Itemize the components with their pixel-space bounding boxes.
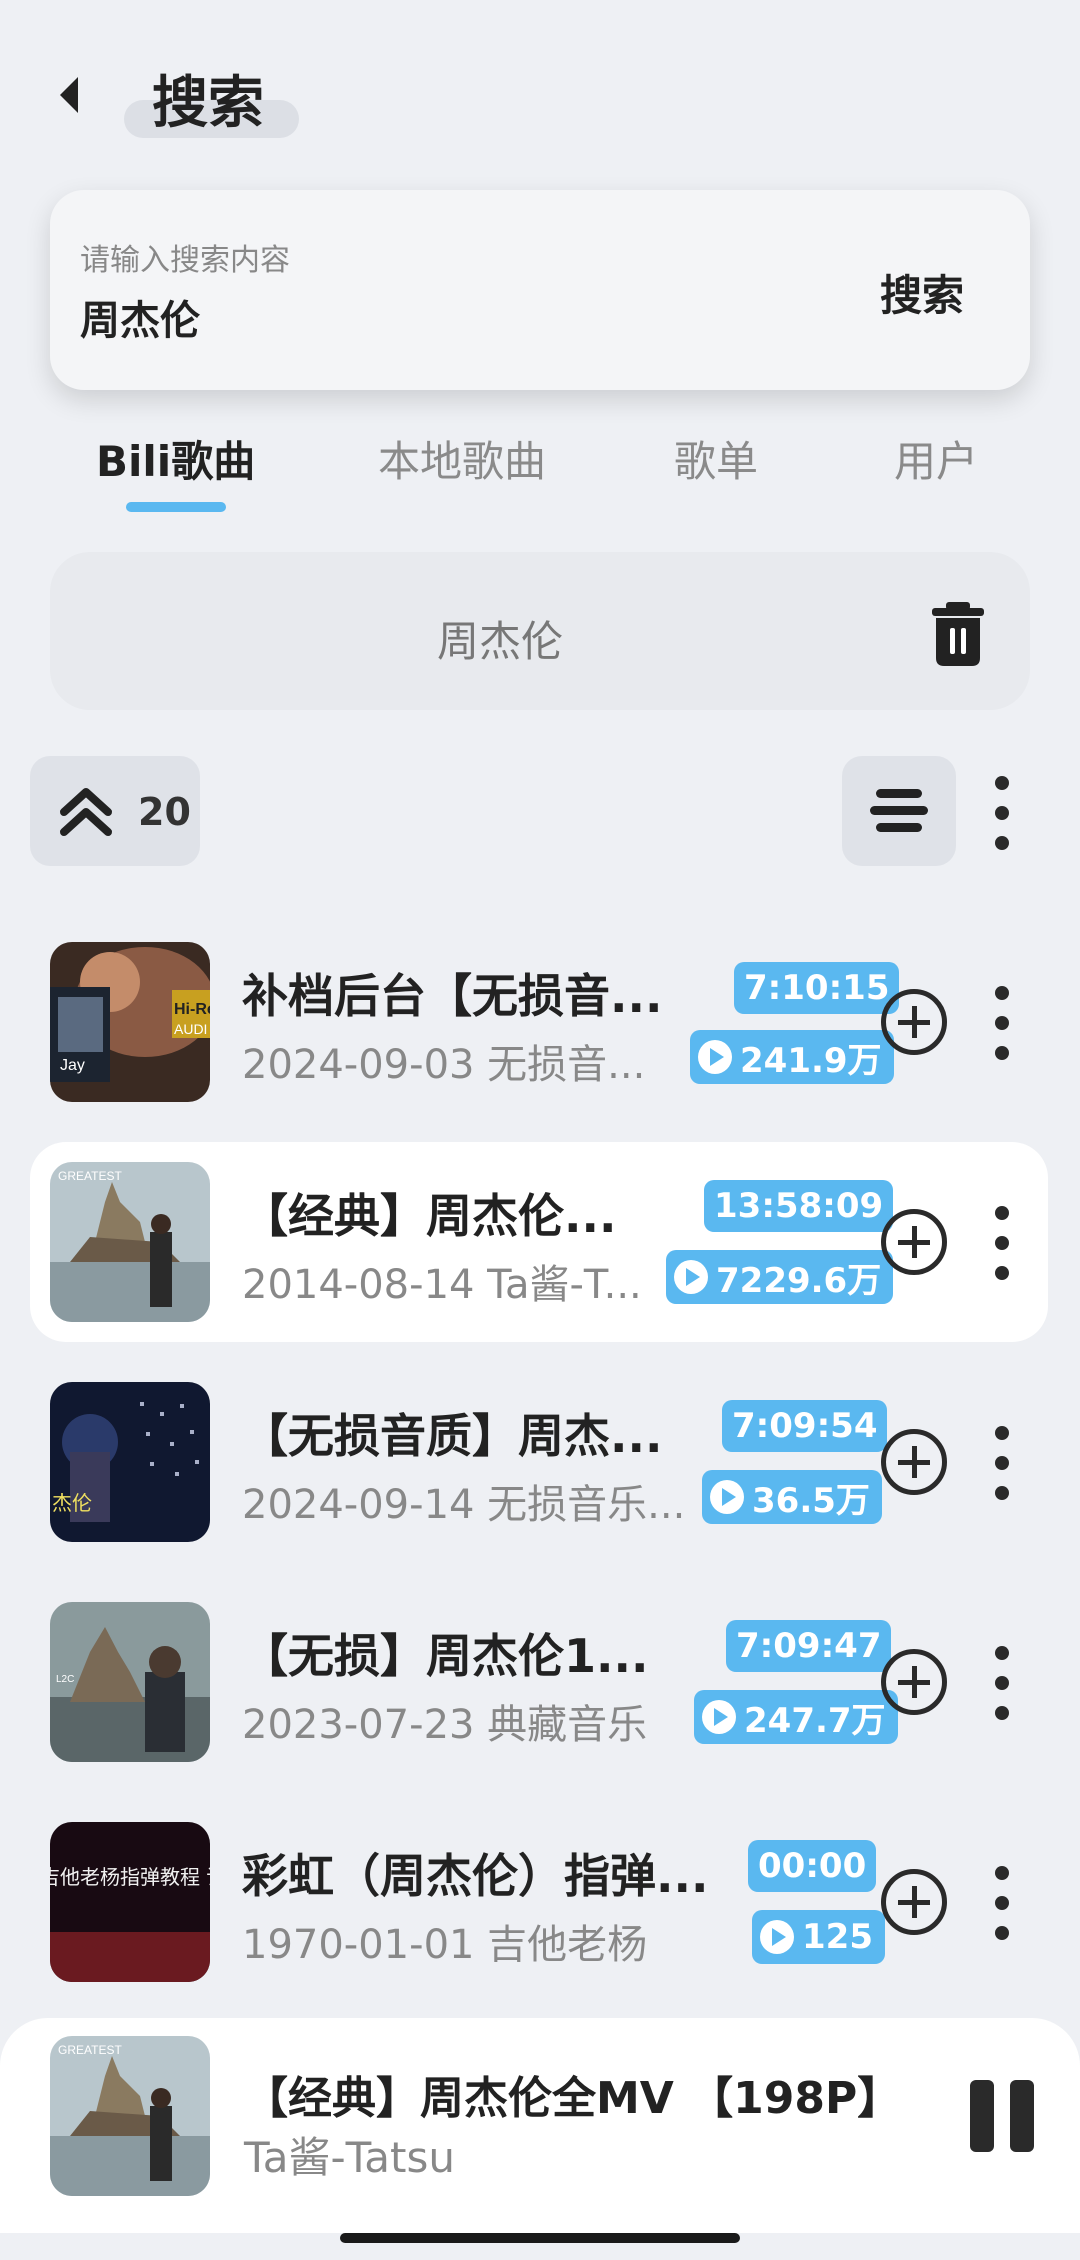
song-thumbnail: 杰伦 (50, 1382, 210, 1542)
play-icon (702, 1700, 736, 1734)
play-count-badge: 125 (752, 1910, 885, 1964)
player-title: 【经典】周杰伦全MV 【198P】 (244, 2073, 902, 2124)
play-icon (710, 1480, 744, 1514)
song-subtitle: 2014-08-14 Ta酱-T... (242, 1262, 642, 1308)
play-count: 36.5万 (752, 1480, 870, 1521)
double-chevron-up-icon (60, 788, 112, 836)
play-icon (760, 1920, 794, 1954)
sort-button[interactable] (842, 756, 956, 866)
song-subtitle: 2024-09-14 无损音乐... (242, 1482, 686, 1528)
svg-text:L2C: L2C (56, 1674, 74, 1685)
duration-badge: 13:58:09 (704, 1180, 894, 1232)
tab-indicator (126, 502, 226, 512)
tab-local-songs[interactable]: 本地歌曲 (378, 428, 546, 489)
add-circle-icon[interactable] (881, 1649, 947, 1715)
more-options-icon[interactable] (992, 1426, 1012, 1500)
tab-bili-songs[interactable]: Bili歌曲 (96, 428, 255, 489)
svg-text:GREATEST: GREATEST (58, 2043, 122, 2057)
pause-icon[interactable] (970, 2080, 1034, 2152)
more-options-icon[interactable] (992, 1866, 1012, 1940)
page-title: 搜索 (152, 71, 264, 136)
add-circle-icon[interactable] (881, 1209, 947, 1275)
thumb-caption: 吉他老杨指弹教程 详细讲解及曲谱 (50, 1865, 210, 1889)
play-count: 7229.6万 (716, 1260, 882, 1301)
sort-lines-icon (870, 789, 928, 832)
more-options-icon[interactable] (992, 776, 1012, 850)
song-thumbnail: Hi-Re AUDI Jay (50, 942, 210, 1102)
delete-history-button[interactable] (928, 600, 988, 668)
song-title: 补档后台【无损音... (242, 969, 663, 1023)
tab-users[interactable]: 用户 (894, 428, 978, 489)
result-count: 20 (138, 790, 191, 834)
play-icon (674, 1260, 708, 1294)
song-subtitle: 2024-09-03 无损音... (242, 1042, 646, 1088)
back-arrow-icon (60, 77, 78, 113)
play-count: 247.7万 (744, 1700, 886, 1741)
player-artist: Ta酱-Tatsu (244, 2133, 456, 2182)
song-title: 【无损音质】周杰... (242, 1409, 663, 1463)
svg-text:Jay: Jay (60, 1057, 85, 1074)
svg-text:GREATEST: GREATEST (58, 1169, 122, 1183)
svg-text:Hi-Re: Hi-Re (174, 1001, 210, 1018)
song-subtitle: 1970-01-01 吉他老杨 (242, 1922, 648, 1968)
duration-badge: 7:09:54 (722, 1400, 888, 1452)
svg-text:AUDI: AUDI (174, 1021, 207, 1037)
back-button[interactable] (40, 60, 100, 130)
play-count-badge: 247.7万 (694, 1690, 898, 1744)
song-title: 彩虹（周杰伦）指弹... (242, 1849, 709, 1903)
add-circle-icon[interactable] (881, 1869, 947, 1935)
song-thumbnail: L2C (50, 1602, 210, 1762)
song-title: 【经典】周杰伦... (242, 1189, 617, 1243)
play-count-badge: 36.5万 (702, 1470, 882, 1524)
search-placeholder: 请输入搜索内容 (80, 243, 290, 278)
more-options-icon[interactable] (992, 986, 1012, 1060)
song-subtitle: 2023-07-23 典藏音乐 (242, 1702, 648, 1748)
trash-icon (932, 602, 984, 666)
song-thumbnail: GREATEST (50, 1162, 210, 1322)
play-count: 125 (802, 1917, 873, 1957)
add-circle-icon[interactable] (881, 989, 947, 1055)
play-icon (698, 1040, 732, 1074)
search-input[interactable]: 周杰伦 (80, 288, 200, 346)
player-thumbnail[interactable]: GREATEST (50, 2036, 210, 2196)
add-circle-icon[interactable] (881, 1429, 947, 1495)
more-options-icon[interactable] (992, 1646, 1012, 1720)
thumb-caption: 杰伦 (52, 1491, 92, 1515)
play-count-badge: 241.9万 (690, 1030, 894, 1084)
song-thumbnail: 吉他老杨指弹教程 详细讲解及曲谱 (50, 1822, 210, 1982)
duration-badge: 7:09:47 (726, 1620, 892, 1672)
duration-badge: 00:00 (748, 1840, 877, 1892)
search-button[interactable]: 搜索 (880, 262, 964, 323)
search-history-text[interactable]: 周杰伦 (0, 608, 1000, 669)
song-title: 【无损】周杰伦1... (242, 1629, 649, 1683)
tab-playlists[interactable]: 歌单 (674, 428, 758, 489)
home-indicator[interactable] (340, 2233, 740, 2243)
duration-badge: 7:10:15 (734, 962, 900, 1014)
play-count: 241.9万 (740, 1040, 882, 1081)
more-options-icon[interactable] (992, 1206, 1012, 1280)
play-count-badge: 7229.6万 (666, 1250, 894, 1304)
